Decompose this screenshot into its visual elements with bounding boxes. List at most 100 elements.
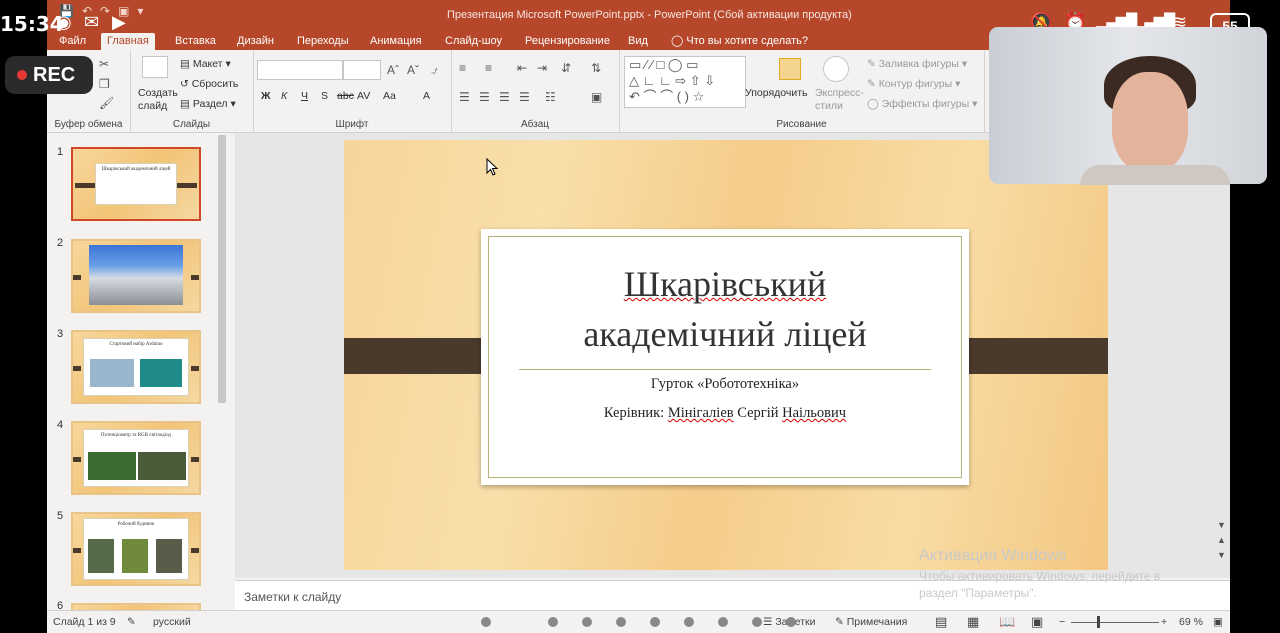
thumb-number: 4 [57, 419, 64, 431]
tab-view[interactable]: Вид [622, 33, 654, 50]
columns-icon[interactable]: ☷ [545, 91, 556, 103]
align-right-icon[interactable]: ☰ [499, 91, 510, 103]
slide-title[interactable]: Шкарівський академічний ліцей [489, 259, 961, 359]
arrange-button[interactable]: Упорядочить [745, 87, 807, 99]
recording-indicator[interactable]: REC [5, 56, 93, 94]
slide-subtitle-leader[interactable]: Керівник: Мінігаліев Сергій Наільович [489, 405, 961, 422]
thumbnail-slide-2[interactable] [71, 239, 201, 313]
increase-indent-icon[interactable]: ⇥ [537, 62, 547, 74]
line-spacing-icon[interactable]: ⇵ [561, 62, 571, 74]
thumbnail-slide-1[interactable]: Шкарівський академічний ліцей [71, 147, 201, 221]
text-direction-icon[interactable]: ⇅ [591, 62, 601, 74]
shadow-button[interactable]: S [321, 90, 328, 102]
layout-button[interactable]: ▤ Макет ▾ [180, 58, 231, 70]
slideshow-view-icon[interactable]: ▣ [1031, 614, 1043, 630]
reset-button[interactable]: ↺ Сбросить [180, 78, 238, 90]
shape-fill-button[interactable]: ✎ Заливка фигуры ▾ [867, 58, 967, 70]
shape-outline-button[interactable]: ✎ Контур фигуры ▾ [867, 78, 960, 90]
notes-placeholder: Заметки к слайду [244, 590, 342, 604]
title-card[interactable]: Шкарівський академічний ліцей Гурток «Ро… [481, 229, 969, 485]
decrease-indent-icon[interactable]: ⇤ [517, 62, 527, 74]
activation-watermark-title: Активация Windows [919, 547, 1067, 564]
format-painter-icon[interactable]: 🖌 [99, 97, 114, 109]
copy-icon[interactable]: ❐ [99, 78, 110, 90]
quick-styles-button[interactable]: Экспресс-стили [815, 87, 864, 113]
language-indicator[interactable]: русский [153, 616, 191, 628]
tell-me-box[interactable]: ◯ Что вы хотите сделать? [665, 33, 814, 50]
justify-icon[interactable]: ☰ [519, 91, 530, 103]
align-center-icon[interactable]: ☰ [479, 91, 490, 103]
clipboard-group-label: Буфер обмена [54, 119, 123, 130]
video-camera-icon: ▶ [112, 12, 126, 32]
arduino-board-photo [140, 359, 182, 387]
previous-slide-icon[interactable]: ▲ [1217, 535, 1226, 545]
bold-button[interactable]: Ж [261, 90, 271, 102]
zoom-slider-thumb[interactable] [1097, 616, 1100, 628]
align-left-icon[interactable]: ☰ [459, 91, 470, 103]
arrange-icon[interactable] [779, 58, 801, 80]
tab-insert[interactable]: Вставка [169, 33, 222, 50]
slide-thumbnails-pane: 1 Шкарівський академічний ліцей 2 3 Стар… [47, 133, 235, 613]
tab-home[interactable]: Главная [101, 33, 155, 50]
quick-styles-icon[interactable] [823, 56, 849, 82]
new-slide-button[interactable]: Создать слайд [138, 87, 178, 113]
thumbnails-scrollbar[interactable] [217, 135, 227, 605]
numbering-icon[interactable]: ≡ [485, 62, 492, 74]
comments-toggle-button[interactable]: ✎ Примечания [835, 616, 907, 628]
next-slide-icon[interactable]: ▼ [1217, 550, 1226, 560]
shrink-font-icon[interactable]: Aˇ [407, 64, 419, 76]
cut-icon[interactable]: ✂ [99, 58, 109, 70]
redo-icon[interactable]: ↷ [100, 4, 110, 18]
scroll-down-icon[interactable]: ▼ [1217, 520, 1226, 530]
tab-slideshow[interactable]: Слайд-шоу [439, 33, 508, 50]
title-divider [519, 369, 931, 370]
school-photo [89, 245, 183, 305]
bullets-icon[interactable]: ≡ [459, 62, 466, 74]
grow-font-icon[interactable]: Aˆ [387, 64, 399, 76]
spacing-button[interactable]: AV [357, 90, 370, 102]
thumbnail-slide-5[interactable]: Робочий будинок [71, 512, 201, 586]
thumb-number: 5 [57, 510, 64, 522]
clear-format-icon[interactable]: ⍻ [431, 64, 438, 76]
underline-button[interactable]: Ч [301, 90, 308, 102]
font-color-button[interactable]: A [423, 90, 430, 102]
zoom-in-icon[interactable]: + [1161, 616, 1167, 628]
fit-to-window-icon[interactable]: ▣ [1213, 616, 1223, 628]
tab-transitions[interactable]: Переходы [291, 33, 355, 50]
shape-effects-button[interactable]: ◯ Эффекты фигуры ▾ [867, 98, 977, 110]
slide-sorter-icon[interactable]: ▦ [967, 614, 979, 630]
tab-animations[interactable]: Анимация [364, 33, 428, 50]
nav-dot [582, 617, 592, 627]
workshop-photo-1 [88, 539, 114, 573]
shapes-gallery[interactable]: ▭ ∕ ∕ □ ◯ ▭ △ ∟ ∟ ⇨ ⇧ ⇩ ↶ ⌒ ⌒ ( ) ☆ [624, 56, 746, 108]
customize-qat-icon[interactable]: ▾ [137, 4, 143, 18]
paragraph-group-label: Абзац [520, 119, 550, 130]
arduino-kit-photo [90, 359, 134, 387]
zoom-level[interactable]: 69 % [1179, 616, 1203, 628]
change-case-button[interactable]: Aa [383, 90, 396, 102]
tab-review[interactable]: Рецензирование [519, 33, 616, 50]
current-slide[interactable]: Шкарівський академічний ліцей Гурток «Ро… [344, 140, 1108, 570]
smartart-icon[interactable]: ▣ [591, 91, 602, 103]
italic-button[interactable]: К [281, 90, 287, 102]
lesson-photo-1 [88, 452, 136, 480]
strikethrough-button[interactable]: abc [337, 90, 354, 102]
spell-check-icon[interactable]: ✎ [127, 616, 136, 628]
workshop-photo-2 [122, 539, 148, 573]
font-name-select[interactable] [257, 60, 343, 80]
slide-subtitle-club[interactable]: Гурток «Робототехніка» [489, 376, 961, 393]
zoom-out-icon[interactable]: − [1059, 616, 1065, 628]
section-button[interactable]: ▤ Раздел ▾ [180, 98, 236, 110]
new-slide-icon[interactable] [142, 56, 168, 78]
reading-view-icon[interactable]: 📖 [999, 614, 1015, 630]
font-group-label: Шрифт [335, 119, 369, 130]
thumbnail-slide-4[interactable]: Потенціометр та RGB світлодіод [71, 421, 201, 495]
thumbnail-slide-3[interactable]: Стартовий набір Arduino [71, 330, 201, 404]
normal-view-icon[interactable]: ▤ [935, 614, 947, 630]
font-size-select[interactable] [343, 60, 381, 80]
tab-design[interactable]: Дизайн [231, 33, 280, 50]
zoom-slider[interactable] [1071, 622, 1159, 623]
workshop-photo-3 [156, 539, 182, 573]
drawing-group: ▭ ∕ ∕ □ ◯ ▭ △ ∟ ∟ ⇨ ⇧ ⇩ ↶ ⌒ ⌒ ( ) ☆ Упоряд… [619, 50, 985, 132]
scroll-thumb[interactable] [218, 135, 226, 403]
